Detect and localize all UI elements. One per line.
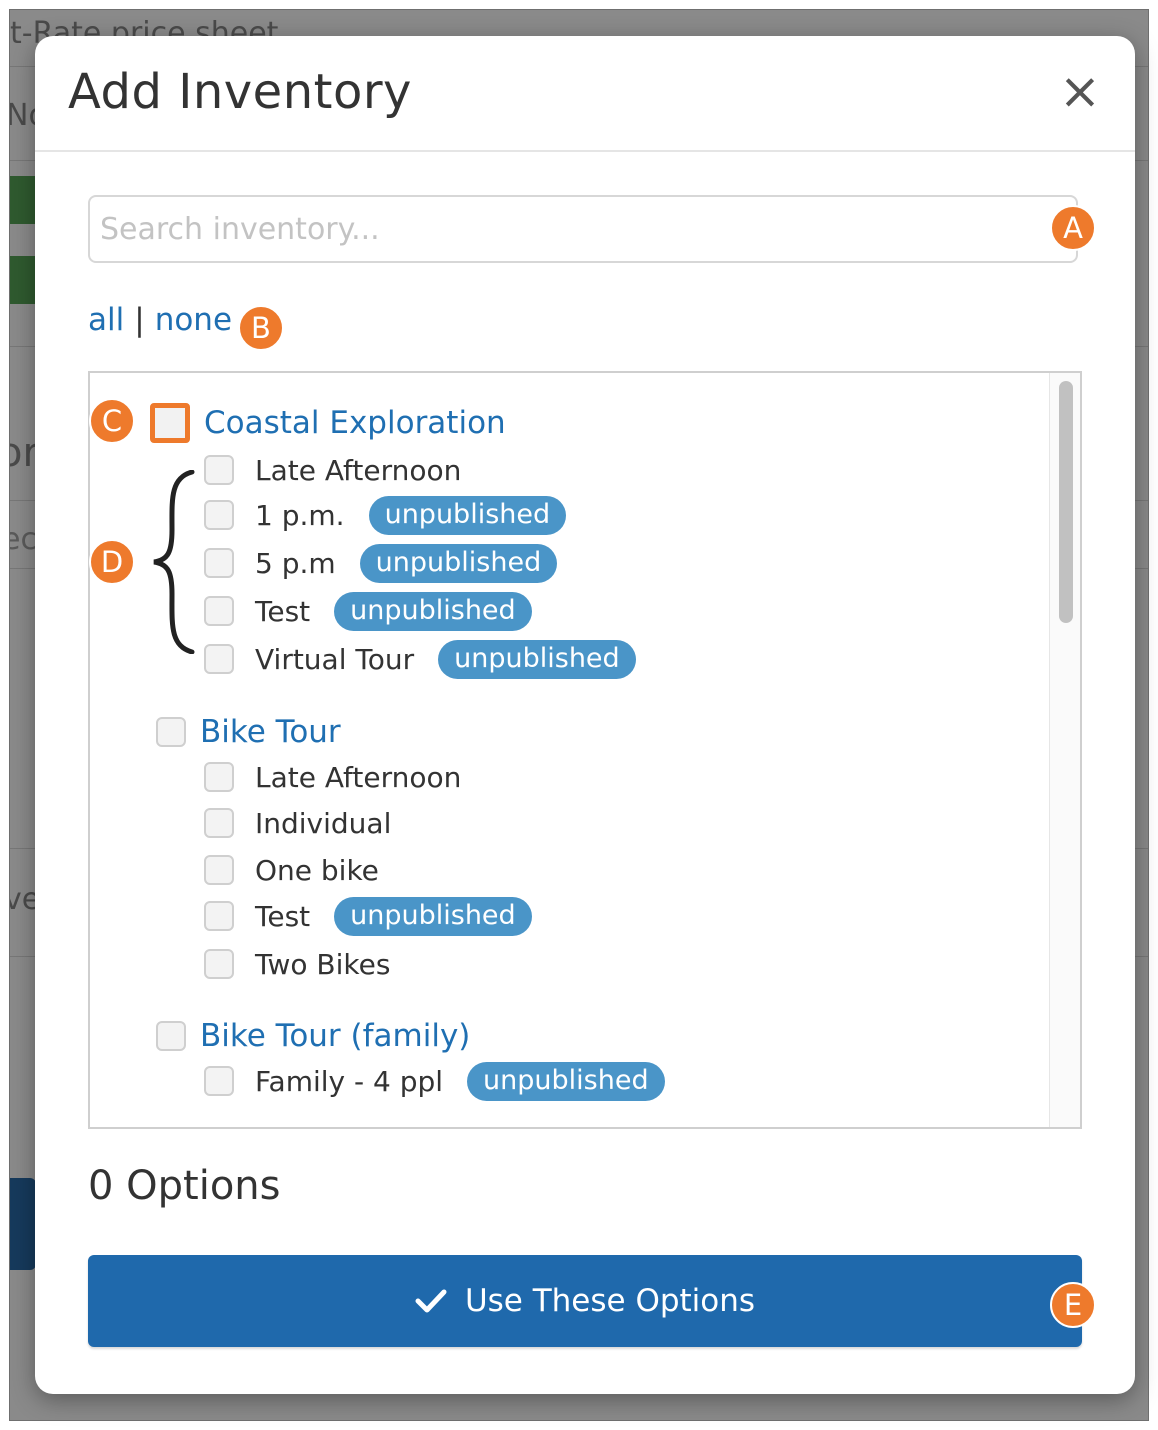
annotation-marker-b: B: [238, 305, 284, 351]
item-checkbox[interactable]: [204, 548, 234, 578]
annotation-marker-e: E: [1050, 1282, 1096, 1328]
group-row-bike-tour: Bike Tour: [156, 712, 341, 752]
group-checkbox-coastal-exploration[interactable]: [150, 403, 190, 443]
item-checkbox[interactable]: [204, 596, 234, 626]
add-inventory-modal: Add Inventory × all | none Coastal Explora…: [35, 36, 1135, 1394]
list-item: 1 p.m. unpublished: [204, 495, 567, 535]
options-count: 0 Options: [88, 1163, 281, 1209]
annotation-marker-a: A: [1050, 205, 1096, 251]
use-these-options-label: Use These Options: [464, 1283, 756, 1319]
link-separator: |: [134, 302, 145, 338]
item-checkbox[interactable]: [204, 901, 234, 931]
item-label: Late Afternoon: [255, 760, 462, 794]
annotation-marker-c: C: [89, 398, 135, 444]
group-checkbox-bike-tour-family[interactable]: [156, 1021, 186, 1051]
inventory-list[interactable]: Coastal Exploration Late Afternoon 1 p.m…: [88, 371, 1082, 1129]
item-checkbox[interactable]: [204, 762, 234, 792]
list-item: 5 p.m unpublished: [204, 543, 558, 583]
item-label: One bike: [255, 853, 379, 887]
status-badge: unpublished: [467, 1061, 665, 1101]
list-item: Late Afternoon: [204, 450, 461, 490]
item-label: Test: [255, 899, 311, 933]
brace-annotation-icon: [153, 470, 195, 654]
status-badge: unpublished: [438, 639, 636, 679]
search-input[interactable]: [88, 195, 1078, 263]
item-checkbox[interactable]: [204, 644, 234, 674]
selection-links: all | none: [88, 302, 232, 338]
item-checkbox[interactable]: [204, 455, 234, 485]
list-item: Two Bikes: [204, 944, 390, 984]
group-row-coastal-exploration: Coastal Exploration: [150, 403, 506, 443]
list-item: Test unpublished: [204, 896, 532, 936]
annotation-marker-d: D: [89, 539, 135, 585]
item-label: Virtual Tour: [255, 642, 415, 676]
item-label: Late Afternoon: [255, 453, 462, 487]
group-label[interactable]: Bike Tour (family): [200, 1018, 470, 1054]
modal-header: Add Inventory ×: [35, 36, 1135, 152]
item-label: Test: [255, 594, 311, 628]
group-checkbox-bike-tour[interactable]: [156, 717, 186, 747]
select-none-link[interactable]: none: [155, 302, 232, 338]
list-item: One bike: [204, 850, 379, 890]
status-badge: unpublished: [334, 896, 532, 936]
item-label: Two Bikes: [255, 947, 391, 981]
status-badge: unpublished: [359, 543, 558, 583]
status-badge: unpublished: [334, 591, 532, 631]
scrollbar-track[interactable]: [1049, 373, 1080, 1127]
group-label[interactable]: Bike Tour: [200, 714, 341, 750]
list-item: Individual: [204, 803, 391, 843]
item-label: Family - 4 ppl: [255, 1064, 444, 1098]
modal-title: Add Inventory: [68, 64, 412, 120]
use-these-options-button[interactable]: Use These Options: [88, 1255, 1082, 1347]
item-checkbox[interactable]: [204, 949, 234, 979]
item-label: 1 p.m.: [255, 498, 345, 532]
list-item: Late Afternoon: [204, 757, 461, 797]
item-checkbox[interactable]: [204, 500, 234, 530]
item-checkbox[interactable]: [204, 808, 234, 838]
bg-blue-button: [10, 1178, 36, 1270]
checkmark-icon: [415, 1289, 447, 1313]
list-item: Test unpublished: [204, 591, 532, 631]
item-label: Individual: [255, 806, 392, 840]
close-icon[interactable]: ×: [1057, 66, 1103, 116]
status-badge: unpublished: [368, 495, 567, 535]
list-item: Family - 4 ppl unpublished: [204, 1061, 665, 1101]
group-label[interactable]: Coastal Exploration: [204, 405, 506, 441]
item-label: 5 p.m: [255, 546, 336, 580]
item-checkbox[interactable]: [204, 855, 234, 885]
scrollbar-thumb[interactable]: [1059, 381, 1073, 623]
select-all-link[interactable]: all: [88, 302, 124, 338]
list-item: Virtual Tour unpublished: [204, 639, 636, 679]
group-row-bike-tour-family: Bike Tour (family): [156, 1016, 470, 1056]
bg-fragment-ec: ec: [10, 522, 37, 557]
item-checkbox[interactable]: [204, 1066, 234, 1096]
